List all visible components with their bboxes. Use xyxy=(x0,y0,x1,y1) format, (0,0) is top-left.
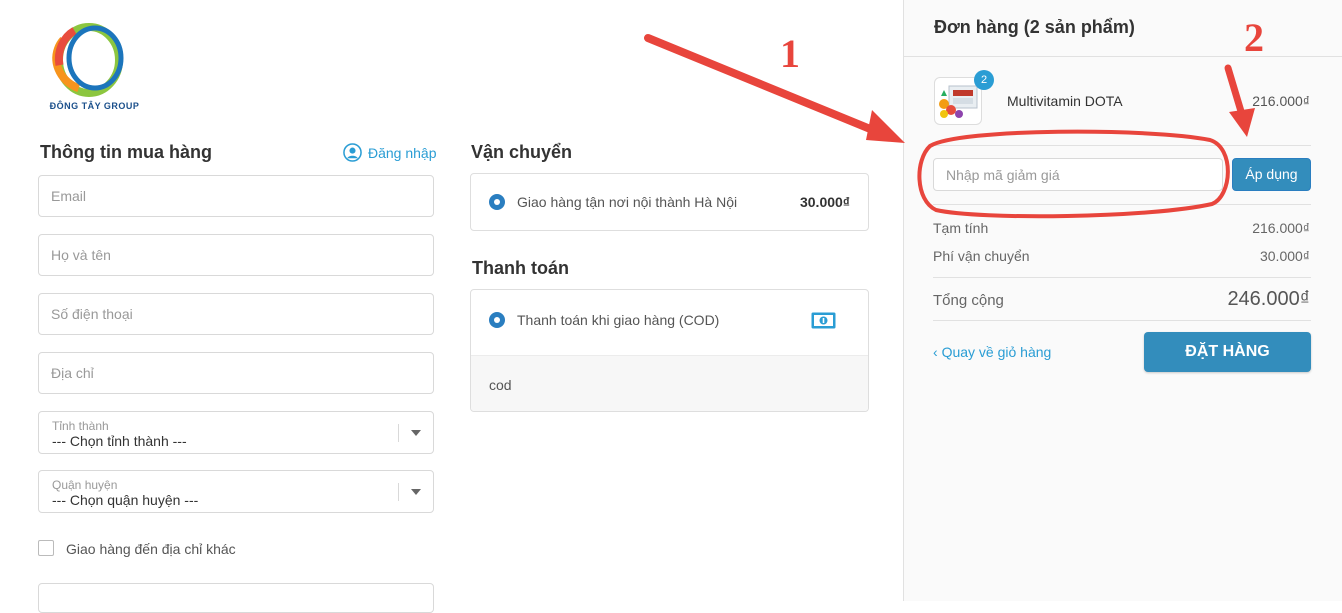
annotation-circle xyxy=(917,129,1230,219)
annotation-arrow-1 xyxy=(644,34,884,137)
annotation-marker-2: 2 xyxy=(1244,15,1264,60)
annotation-arrowhead-1 xyxy=(866,110,905,143)
annotation-marker-1: 1 xyxy=(780,31,800,76)
annotation-overlay xyxy=(644,34,1255,219)
annotation-arrowhead-2 xyxy=(1229,108,1255,137)
